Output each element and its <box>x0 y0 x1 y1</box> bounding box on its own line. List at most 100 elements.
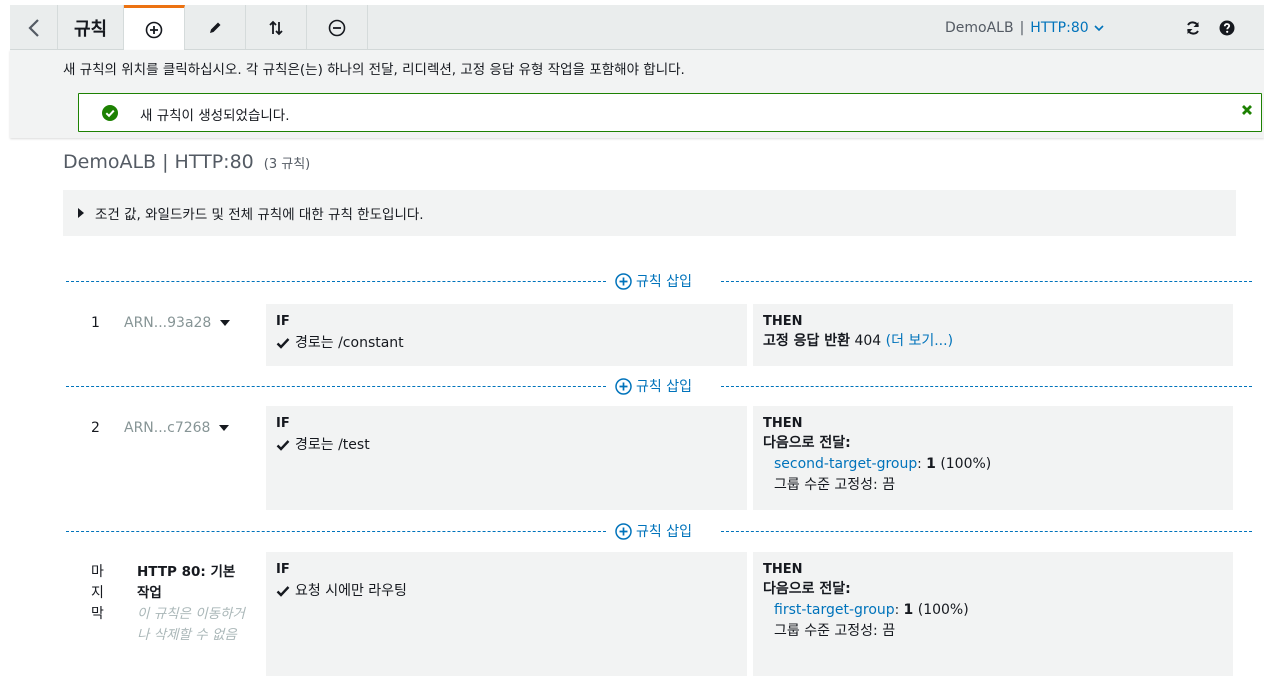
rule-limits-expander[interactable]: 조건 값, 와일드카드 및 전체 규칙에 대한 규칙 한도입니다. <box>63 190 1236 236</box>
plus-circle-icon <box>145 21 163 38</box>
weight-separator: : <box>894 603 900 618</box>
caret-down-icon <box>219 425 230 431</box>
target-group-link[interactable]: second-target-group <box>774 456 917 472</box>
target-weight-percent: (100%) <box>917 602 969 618</box>
listener-protocol-label: HTTP:80 <box>1030 19 1089 36</box>
rules-toolbar: 규칙 DemoALB | HTTP:80 <box>10 5 1264 51</box>
rule-if-panel[interactable]: IF 경로는 /constant <box>266 304 747 366</box>
last-rule-char: 마 <box>91 564 104 580</box>
rule-arn-dropdown[interactable]: ARN...c7268 <box>124 420 230 436</box>
instruction-text: 새 규칙의 위치를 클릭하십시오. 각 규칙은(는) 하나의 전달, 리디렉션,… <box>63 62 685 78</box>
close-alert-button[interactable] <box>1241 102 1253 120</box>
chevron-down-icon <box>1094 24 1104 31</box>
rule-number: 1 <box>91 315 100 331</box>
weight-separator: : <box>917 457 922 472</box>
checkmark-icon <box>276 586 290 597</box>
info-area: 새 규칙의 위치를 클릭하십시오. 각 규칙은(는) 하나의 전달, 리디렉션,… <box>10 50 1264 138</box>
plus-circle-icon <box>615 522 632 540</box>
rule-arn: ARN...c7268 <box>124 420 211 436</box>
check-circle-icon <box>102 105 118 121</box>
pencil-icon <box>210 22 221 33</box>
dashed-divider <box>721 531 1252 532</box>
refresh-icon <box>1187 20 1199 35</box>
last-rule-label: 마 지 막 <box>91 562 105 625</box>
default-if-panel: IF 요청 시에만 라우팅 <box>266 552 747 676</box>
insert-rule-button[interactable]: 규칙 삽입 <box>615 376 692 396</box>
insert-rule-label: 규칙 삽입 <box>636 524 692 540</box>
group-stickiness: 그룹 수준 고정성: 끔 <box>774 623 896 639</box>
page-title: 규칙 <box>58 5 124 50</box>
rule-condition: 경로는 /test <box>276 435 737 455</box>
last-rule-char: 지 <box>91 585 104 601</box>
show-more-link[interactable]: (더 보기...) <box>886 333 953 349</box>
success-message: 새 규칙이 생성되었습니다. <box>140 108 290 124</box>
insert-rule-button[interactable]: 규칙 삽입 <box>615 271 692 291</box>
insert-rule-label: 규칙 삽입 <box>636 379 692 395</box>
default-condition: 요청 시에만 라우팅 <box>276 581 737 601</box>
target-group-entry: second-target-group: 1 (100%) <box>774 454 1223 475</box>
dashed-divider <box>66 531 606 532</box>
forward-label: 다음으로 전달: <box>763 435 851 451</box>
rule-if-panel[interactable]: IF 경로는 /test <box>266 406 747 510</box>
back-button[interactable] <box>10 5 58 50</box>
listener-heading: DemoALB | HTTP:80 (3 규칙) <box>63 151 310 173</box>
default-action-title: HTTP 80: 기본 작업 <box>137 564 236 601</box>
dashed-divider <box>66 281 606 282</box>
help-icon <box>1219 20 1235 35</box>
listener-name: DemoALB <box>945 19 1014 36</box>
dashed-divider <box>66 386 606 387</box>
heading-title: DemoALB | HTTP:80 <box>63 151 254 173</box>
target-weight: 1 <box>903 602 914 618</box>
listener-protocol[interactable]: HTTP:80 <box>1030 20 1104 36</box>
rule-then-panel[interactable]: THEN 다음으로 전달: second-target-group: 1 (10… <box>753 406 1233 510</box>
help-button[interactable] <box>1215 5 1239 50</box>
caret-down-icon <box>220 320 231 326</box>
default-then-panel[interactable]: THEN 다음으로 전달: first-target-group: 1 (100… <box>753 552 1233 676</box>
insert-rule-button[interactable]: 규칙 삽입 <box>615 521 692 541</box>
if-label: IF <box>276 416 290 431</box>
target-group-link[interactable]: first-target-group <box>774 602 895 618</box>
rule-number: 2 <box>91 420 100 436</box>
condition-text: 요청 시에만 라우팅 <box>295 583 407 599</box>
condition-text: 경로는 /constant <box>295 335 404 351</box>
rule-arn: ARN...93a28 <box>124 315 212 331</box>
target-weight-percent: (100%) <box>940 456 992 472</box>
then-label: THEN <box>763 314 803 329</box>
insert-rule-label: 규칙 삽입 <box>636 274 692 290</box>
close-icon <box>1242 105 1252 115</box>
sort-arrows-icon <box>269 20 283 35</box>
then-label: THEN <box>763 562 803 577</box>
add-rule-tab[interactable] <box>124 5 185 51</box>
rule-action: 고정 응답 반환 404 (더 보기...) <box>763 331 1223 352</box>
plus-circle-icon <box>615 377 632 395</box>
delete-rules-tab[interactable] <box>307 5 368 50</box>
dashed-divider <box>721 281 1252 282</box>
rule-then-panel[interactable]: THEN 고정 응답 반환 404 (더 보기...) <box>753 304 1233 366</box>
condition-text: 경로는 /test <box>295 437 370 453</box>
then-label: THEN <box>763 416 803 431</box>
reorder-rules-tab[interactable] <box>246 5 307 50</box>
if-label: IF <box>276 562 290 577</box>
last-rule-char: 막 <box>91 606 104 622</box>
insert-rule-separator: 규칙 삽입 <box>66 376 1252 396</box>
dashed-divider <box>721 386 1252 387</box>
caret-right-icon <box>78 208 84 218</box>
edit-rules-tab[interactable] <box>185 5 246 50</box>
target-weight: 1 <box>926 456 936 472</box>
rule-arn-dropdown[interactable]: ARN...93a28 <box>124 315 231 331</box>
rule-condition: 경로는 /constant <box>276 333 737 353</box>
checkmark-icon <box>276 338 290 349</box>
refresh-button[interactable] <box>1181 5 1205 50</box>
rule-count: (3 규칙) <box>263 157 311 172</box>
insert-rule-separator: 규칙 삽입 <box>66 271 1252 291</box>
if-label: IF <box>276 314 290 329</box>
action-type: 고정 응답 반환 <box>763 333 851 349</box>
checkmark-icon <box>276 440 290 451</box>
plus-circle-icon <box>615 272 632 290</box>
listener-separator: | <box>1019 19 1025 36</box>
chevron-left-icon <box>27 18 39 37</box>
listener-selector[interactable]: DemoALB | HTTP:80 <box>945 5 1105 50</box>
rule-limits-text: 조건 값, 와일드카드 및 전체 규칙에 대한 규칙 한도입니다. <box>95 207 424 223</box>
minus-circle-icon <box>328 19 346 36</box>
forward-label: 다음으로 전달: <box>763 581 851 597</box>
